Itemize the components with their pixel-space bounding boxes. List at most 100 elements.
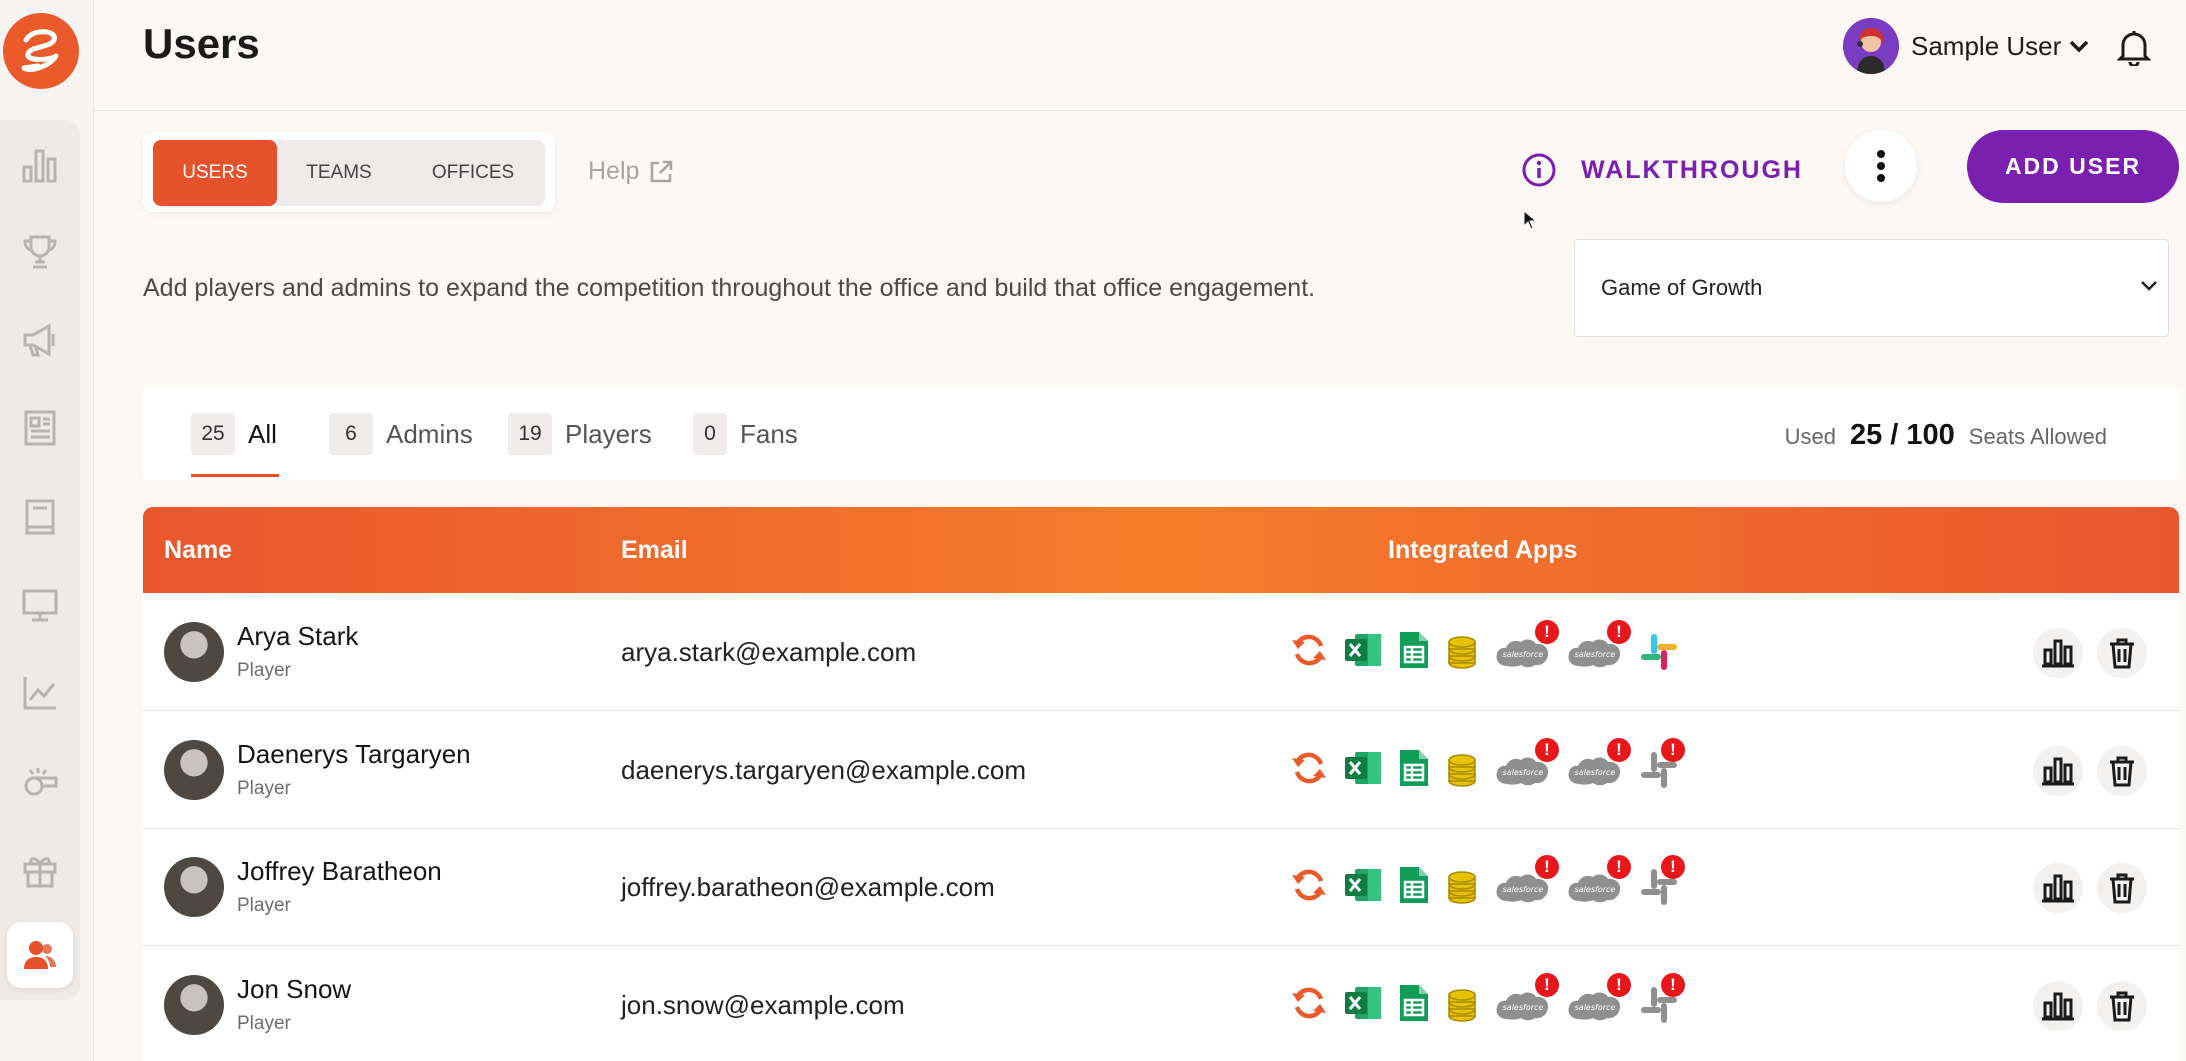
sync-icon[interactable] [1289, 865, 1329, 905]
slack-icon[interactable]: ! [1639, 855, 1685, 907]
salesforce-icon[interactable]: salesforce ! [1565, 737, 1631, 790]
trash-icon [2110, 873, 2134, 904]
svg-text:salesforce: salesforce [1575, 768, 1616, 777]
tab-teams[interactable]: TEAMS [277, 140, 401, 206]
alert-badge: ! [1607, 855, 1631, 879]
tab-users[interactable]: USERS [153, 140, 277, 206]
coins-icon[interactable] [1442, 983, 1482, 1023]
coins-icon[interactable] [1442, 865, 1482, 905]
user-email: daenerys.targaryen@example.com [621, 754, 1027, 785]
sync-icon[interactable] [1289, 983, 1329, 1023]
stats-button[interactable] [2033, 980, 2083, 1031]
salesforce-icon[interactable]: salesforce ! [1565, 855, 1631, 907]
filter-label: Players [565, 418, 652, 449]
view-tabs: USERS TEAMS OFFICES [143, 132, 555, 212]
table-row[interactable]: Daenerys Targaryen Player daenerys.targa… [143, 711, 2179, 829]
alert-badge: ! [1535, 737, 1559, 762]
svg-text:salesforce: salesforce [1503, 885, 1544, 894]
coins-icon[interactable] [1442, 630, 1482, 670]
excel-icon[interactable] [1343, 630, 1383, 670]
trash-icon [2110, 756, 2134, 786]
active-filter-underline [191, 474, 279, 477]
bell-icon[interactable] [2116, 28, 2152, 71]
users-table: Name Email Integrated Apps Arya Stark Pl… [143, 507, 2179, 1061]
salesforce-icon[interactable]: salesforce ! [1493, 972, 1559, 1025]
sidebar-item-rewards[interactable] [0, 835, 80, 905]
column-header-name[interactable]: Name [164, 536, 232, 565]
table-row[interactable]: Arya Stark Player arya.stark@example.com… [143, 593, 2179, 711]
chart-icon [22, 149, 57, 183]
walkthrough-button[interactable]: WALKTHROUGH [1521, 152, 1803, 188]
excel-icon[interactable] [1343, 748, 1383, 788]
slack-icon[interactable]: ! [1639, 972, 1685, 1025]
slack-icon[interactable]: ! [1639, 737, 1685, 790]
sidebar-item-tv[interactable] [0, 570, 80, 640]
help-link[interactable]: Help [588, 157, 673, 186]
sidebar-item-users-bg [7, 922, 73, 988]
table-header: Name Email Integrated Apps [143, 507, 2179, 593]
delete-button[interactable] [2097, 980, 2147, 1031]
filter-admins[interactable]: 6 Admins [329, 412, 473, 456]
gift-icon [23, 857, 57, 888]
user-email: joffrey.baratheon@example.com [621, 872, 995, 902]
sidebar-item-coaching[interactable] [0, 747, 80, 817]
filter-all[interactable]: 25 All [191, 412, 277, 456]
seats-value: 25 / 100 [1849, 419, 1955, 451]
sidebar-item-reports[interactable] [0, 658, 80, 728]
external-link-icon [651, 160, 673, 182]
stats-button[interactable] [2033, 745, 2083, 796]
sync-icon[interactable] [1289, 630, 1329, 670]
filter-players[interactable]: 19 Players [508, 412, 652, 456]
slack-icon[interactable] [1639, 632, 1679, 672]
table-row[interactable]: Jon Snow Player jon.snow@example.com sal… [143, 946, 2179, 1061]
sidebar-item-users[interactable] [0, 920, 80, 990]
more-options-button[interactable] [1845, 130, 1917, 202]
sheets-icon[interactable] [1393, 630, 1433, 670]
filter-count: 0 [693, 413, 727, 455]
excel-icon[interactable] [1343, 865, 1383, 905]
add-user-button[interactable]: ADD USER [1967, 130, 2179, 203]
delete-button[interactable] [2097, 628, 2147, 678]
alert-badge: ! [1661, 737, 1685, 762]
user-name: Arya Stark [237, 621, 359, 651]
user-role: Player [237, 895, 291, 916]
delete-button[interactable] [2097, 745, 2147, 796]
coins-icon[interactable] [1442, 748, 1482, 788]
monitor-icon [22, 589, 58, 622]
salesforce-icon[interactable]: salesforce ! [1565, 972, 1631, 1025]
filter-fans[interactable]: 0 Fans [693, 412, 798, 456]
user-role: Player [237, 1012, 291, 1034]
user-role: Player [237, 777, 291, 799]
stats-button[interactable] [2033, 628, 2083, 678]
sidebar-item-dashboard[interactable] [0, 130, 80, 200]
tab-offices[interactable]: OFFICES [401, 140, 545, 206]
sheets-icon[interactable] [1393, 983, 1433, 1023]
column-header-email[interactable]: Email [621, 536, 688, 565]
salesforce-icon[interactable]: salesforce ! [1565, 620, 1631, 672]
sidebar-item-library[interactable] [0, 482, 80, 552]
user-name: Daenerys Targaryen [237, 738, 471, 769]
svg-text:salesforce: salesforce [1503, 768, 1544, 777]
sidebar-item-announcements[interactable] [0, 305, 80, 375]
sidebar-item-competitions[interactable] [0, 217, 80, 287]
stats-button[interactable] [2033, 863, 2083, 913]
sidebar-item-news[interactable] [0, 393, 80, 463]
sheets-icon[interactable] [1393, 748, 1433, 788]
salesforce-icon[interactable]: salesforce ! [1493, 737, 1559, 790]
avatar [1843, 18, 1899, 74]
avatar [164, 622, 224, 682]
sheets-icon[interactable] [1393, 865, 1433, 905]
game-select[interactable]: Game of Growth [1574, 239, 2169, 337]
delete-button[interactable] [2097, 863, 2147, 913]
salesforce-icon[interactable]: salesforce ! [1493, 855, 1559, 907]
stats-icon [2042, 992, 2074, 1020]
svg-text:salesforce: salesforce [1575, 1003, 1616, 1012]
logo-icon[interactable] [3, 13, 79, 89]
excel-icon[interactable] [1343, 983, 1383, 1023]
stats-icon [2042, 639, 2074, 668]
table-row[interactable]: Joffrey Baratheon Player joffrey.barathe… [143, 828, 2179, 946]
user-menu[interactable]: Sample User [1843, 18, 2089, 74]
salesforce-icon[interactable]: salesforce ! [1493, 620, 1559, 672]
avatar [164, 857, 224, 917]
sync-icon[interactable] [1289, 748, 1329, 788]
